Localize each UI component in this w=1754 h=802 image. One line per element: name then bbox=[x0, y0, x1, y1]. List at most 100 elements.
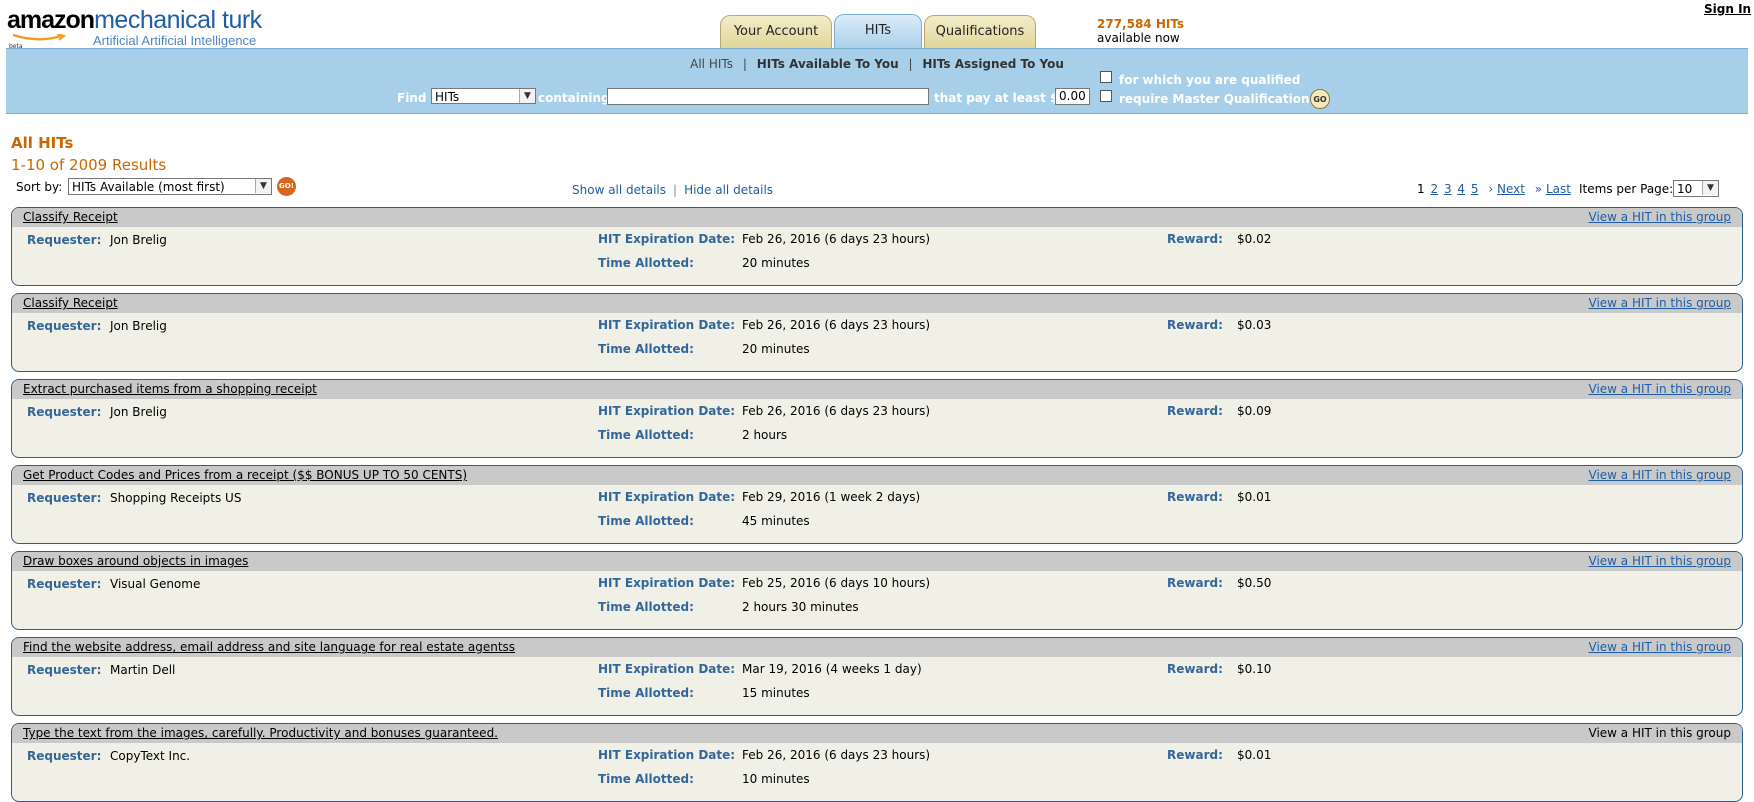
hit-group-row: Find the website address, email address … bbox=[11, 637, 1743, 716]
page-title: All HITs bbox=[11, 134, 74, 152]
reward-value: $0.02 bbox=[1237, 232, 1272, 246]
reward-value: $0.01 bbox=[1237, 748, 1272, 762]
top-header: amazonmechanical turk Artificial Artific… bbox=[0, 0, 1754, 50]
view-hit-link[interactable]: View a HIT in this group bbox=[1589, 382, 1731, 396]
qualified-checkbox[interactable] bbox=[1100, 71, 1112, 83]
last-arrow-icon: » bbox=[1534, 182, 1543, 196]
min-pay-label: that pay at least $ bbox=[934, 91, 1059, 105]
reward-label: Reward: bbox=[1167, 748, 1223, 762]
requester-name[interactable]: Jon Brelig bbox=[110, 319, 167, 333]
items-per-page-select[interactable]: 10 ▼ bbox=[1673, 180, 1719, 197]
requester-name[interactable]: Shopping Receipts US bbox=[110, 491, 241, 505]
tab-your-account[interactable]: Your Account bbox=[720, 15, 832, 48]
expiration-value: Feb 25, 2016 (6 days 10 hours) bbox=[742, 576, 931, 590]
find-type-select[interactable]: HITs ▼ bbox=[431, 88, 536, 104]
time-allotted-value: 15 minutes bbox=[742, 686, 810, 700]
hit-title-link[interactable]: Find the website address, email address … bbox=[23, 640, 515, 654]
page-link-4[interactable]: 4 bbox=[1457, 182, 1465, 196]
view-hit-link[interactable]: View a HIT in this group bbox=[1589, 210, 1731, 224]
expiration-value: Mar 19, 2016 (4 weeks 1 day) bbox=[742, 662, 922, 676]
show-all-details-link[interactable]: Show all details bbox=[572, 183, 666, 197]
page-current: 1 bbox=[1417, 182, 1425, 196]
hit-group-row: Draw boxes around objects in images View … bbox=[11, 551, 1743, 630]
requester-name[interactable]: Martin Dell bbox=[110, 663, 175, 677]
expiration-label: HIT Expiration Date: bbox=[598, 490, 736, 504]
reward-value: $0.09 bbox=[1237, 404, 1272, 418]
hit-title-link[interactable]: Draw boxes around objects in images bbox=[23, 554, 248, 568]
time-allotted-label: Time Allotted: bbox=[598, 428, 694, 442]
hit-title-link[interactable]: Classify Receipt bbox=[23, 296, 118, 310]
view-hit-link[interactable]: View a HIT in this group bbox=[1589, 640, 1731, 654]
subnav-available-to-you[interactable]: HITs Available To You bbox=[757, 57, 899, 71]
sort-by-label: Sort by: bbox=[16, 180, 63, 194]
requester-name[interactable]: CopyText Inc. bbox=[110, 749, 190, 763]
sort-by-select[interactable]: HITs Available (most first) ▼ bbox=[68, 178, 272, 195]
hit-title-bar: Classify Receipt View a HIT in this group bbox=[12, 294, 1742, 313]
expiration-label: HIT Expiration Date: bbox=[598, 748, 736, 762]
requester-name[interactable]: Visual Genome bbox=[110, 577, 200, 591]
page-link-5[interactable]: 5 bbox=[1471, 182, 1479, 196]
hits-available-count: 277,584 HITs available now bbox=[1097, 17, 1184, 45]
keyword-search-input[interactable] bbox=[607, 88, 929, 105]
reward-value: $0.10 bbox=[1237, 662, 1272, 676]
reward-value: $0.01 bbox=[1237, 490, 1272, 504]
hit-title-link[interactable]: Classify Receipt bbox=[23, 210, 118, 224]
tab-qualifications[interactable]: Qualifications bbox=[924, 15, 1036, 48]
hit-title-link[interactable]: Extract purchased items from a shopping … bbox=[23, 382, 317, 396]
reward-value: $0.03 bbox=[1237, 318, 1272, 332]
master-qualification-checkbox[interactable] bbox=[1100, 90, 1112, 102]
hide-all-details-link[interactable]: Hide all details bbox=[684, 183, 773, 197]
containing-label: containing bbox=[538, 91, 610, 105]
time-allotted-value: 10 minutes bbox=[742, 772, 810, 786]
items-per-page-value: 10 bbox=[1677, 182, 1693, 196]
view-hit-link[interactable]: View a HIT in this group bbox=[1589, 468, 1731, 482]
expiration-label: HIT Expiration Date: bbox=[598, 662, 736, 676]
hit-title-bar: Type the text from the images, carefully… bbox=[12, 724, 1742, 743]
hit-group-row: Type the text from the images, carefully… bbox=[11, 723, 1743, 802]
results-count: 1-10 of 2009 Results bbox=[11, 156, 167, 174]
view-hit-link[interactable]: View a HIT in this group bbox=[1589, 296, 1731, 310]
next-arrow-icon: › bbox=[1488, 182, 1494, 196]
reward-value: $0.50 bbox=[1237, 576, 1272, 590]
hit-title-link[interactable]: Type the text from the images, carefully… bbox=[23, 726, 498, 740]
tab-hits[interactable]: HITs bbox=[834, 14, 922, 49]
sign-in-link[interactable]: Sign In bbox=[1704, 2, 1751, 16]
hit-title-bar: Get Product Codes and Prices from a rece… bbox=[12, 466, 1742, 485]
items-per-page-label: Items per Page: bbox=[1579, 182, 1674, 196]
logo-tagline: Artificial Artificial Intelligence bbox=[93, 33, 257, 48]
hits-subnav: All HITs | HITs Available To You | HITs … bbox=[6, 57, 1748, 71]
time-allotted-label: Time Allotted: bbox=[598, 342, 694, 356]
page-link-2[interactable]: 2 bbox=[1430, 182, 1438, 196]
subnav-assigned-to-you[interactable]: HITs Assigned To You bbox=[922, 57, 1064, 71]
master-qualification-label: require Master Qualification bbox=[1119, 92, 1310, 106]
hits-count-suffix: available now bbox=[1097, 31, 1180, 45]
requester-name[interactable]: Jon Brelig bbox=[110, 233, 167, 247]
page-link-3[interactable]: 3 bbox=[1444, 182, 1452, 196]
search-bar: All HITs | HITs Available To You | HITs … bbox=[6, 48, 1748, 114]
hit-group-row: Extract purchased items from a shopping … bbox=[11, 379, 1743, 458]
min-pay-input[interactable]: 0.00 bbox=[1055, 88, 1090, 105]
reward-label: Reward: bbox=[1167, 318, 1223, 332]
mturk-logo[interactable]: amazonmechanical turk Artificial Artific… bbox=[7, 6, 262, 50]
sort-go-button[interactable]: GO! bbox=[277, 177, 296, 196]
requester-label: Requester: bbox=[27, 749, 102, 763]
reward-label: Reward: bbox=[1167, 490, 1223, 504]
search-go-button[interactable]: GO bbox=[1310, 89, 1330, 109]
hit-title-bar: Find the website address, email address … bbox=[12, 638, 1742, 657]
logo-amazon-text: amazon bbox=[7, 6, 95, 34]
details-separator: | bbox=[673, 183, 678, 197]
reward-label: Reward: bbox=[1167, 662, 1223, 676]
time-allotted-label: Time Allotted: bbox=[598, 772, 694, 786]
next-page-link[interactable]: Next bbox=[1497, 182, 1525, 196]
view-hit-link[interactable]: View a HIT in this group bbox=[1589, 554, 1731, 568]
hit-title-link[interactable]: Get Product Codes and Prices from a rece… bbox=[23, 468, 467, 482]
items-per-page: Items per Page: bbox=[1579, 182, 1673, 196]
expiration-value: Feb 26, 2016 (6 days 23 hours) bbox=[742, 232, 931, 246]
expiration-label: HIT Expiration Date: bbox=[598, 318, 736, 332]
view-hit-link: View a HIT in this group bbox=[1588, 726, 1731, 740]
requester-name[interactable]: Jon Brelig bbox=[110, 405, 167, 419]
chevron-down-icon: ▼ bbox=[519, 89, 535, 103]
last-page-link[interactable]: Last bbox=[1546, 182, 1571, 196]
hit-title-bar: Classify Receipt View a HIT in this group bbox=[12, 208, 1742, 227]
hit-title-bar: Extract purchased items from a shopping … bbox=[12, 380, 1742, 399]
